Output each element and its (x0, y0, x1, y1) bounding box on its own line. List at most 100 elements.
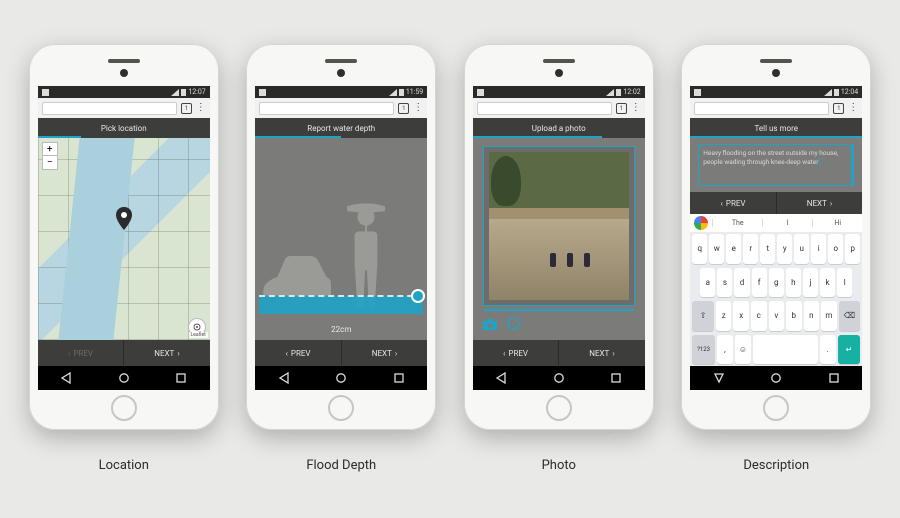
key-enter[interactable]: ↵ (838, 335, 861, 365)
recents-icon[interactable] (175, 369, 187, 388)
depth-scene: 22cm (255, 138, 427, 340)
key-period[interactable]: . (820, 335, 836, 365)
key-v[interactable]: v (769, 301, 785, 331)
android-status-bar: 12:07 (38, 86, 210, 98)
key-backspace[interactable]: ⌫ (839, 301, 861, 331)
location-pin-icon[interactable] (115, 207, 133, 231)
key-y[interactable]: y (777, 234, 792, 264)
back-icon[interactable] (713, 369, 725, 388)
slider-handle-icon[interactable] (411, 289, 425, 303)
key-a[interactable]: a (700, 268, 715, 298)
take-photo-button[interactable] (483, 315, 497, 334)
back-icon[interactable] (495, 369, 507, 388)
tab-count[interactable]: 1 (181, 103, 192, 114)
key-k[interactable]: k (820, 268, 835, 298)
prev-button: ‹PREV (38, 340, 125, 366)
tab-count[interactable]: 1 (398, 103, 409, 114)
home-icon[interactable] (335, 369, 347, 388)
home-icon[interactable] (770, 369, 782, 388)
url-bar[interactable] (694, 102, 829, 115)
prev-button[interactable]: ‹PREV (690, 192, 777, 214)
prev-button[interactable]: ‹PREV (255, 340, 342, 366)
next-button[interactable]: NEXT› (559, 340, 645, 366)
app-indicator-icon (259, 89, 266, 96)
phone-description: 12:04 1 ⋮ Tell us more Heavy flooding on… (681, 44, 871, 430)
key-j[interactable]: j (803, 268, 818, 298)
next-button[interactable]: NEXT› (777, 192, 863, 214)
zoom-in-button[interactable]: + (43, 143, 57, 156)
next-button[interactable]: NEXT› (124, 340, 210, 366)
url-bar[interactable] (42, 102, 177, 115)
browser-toolbar: 1 ⋮ (38, 98, 210, 118)
key-n[interactable]: n (804, 301, 820, 331)
key-u[interactable]: u (794, 234, 809, 264)
photo-preview[interactable] (483, 146, 635, 306)
clock: 12:04 (841, 88, 858, 96)
key-h[interactable]: h (786, 268, 801, 298)
map-canvas[interactable]: + − Leaflet (38, 138, 210, 340)
key-shift[interactable]: ⇧ (692, 301, 714, 331)
caption-depth: Flood Depth (306, 458, 376, 473)
water-level-slider[interactable] (259, 296, 423, 314)
key-w[interactable]: w (709, 234, 724, 264)
step-header: Tell us more (690, 118, 862, 138)
tab-count[interactable]: 1 (616, 103, 627, 114)
clock: 11:59 (406, 88, 423, 96)
prev-button[interactable]: ‹PREV (473, 340, 560, 366)
zoom-control[interactable]: + − (42, 142, 58, 170)
key-comma[interactable]: , (717, 335, 733, 365)
recents-icon[interactable] (828, 369, 840, 388)
app-indicator-icon (42, 89, 49, 96)
key-emoji[interactable]: ☺ (735, 335, 751, 365)
key-t[interactable]: t (760, 234, 775, 264)
rotate-photo-button[interactable] (507, 315, 520, 334)
browser-menu-icon[interactable]: ⋮ (196, 103, 206, 113)
key-s[interactable]: s (717, 268, 732, 298)
signal-icon (389, 89, 397, 96)
next-button[interactable]: NEXT› (342, 340, 428, 366)
google-icon[interactable] (694, 216, 708, 230)
tab-count[interactable]: 1 (833, 103, 844, 114)
key-i[interactable]: i (811, 234, 826, 264)
suggestion[interactable]: Hi (812, 219, 862, 227)
step-header: Report water depth (255, 118, 427, 138)
key-m[interactable]: m (821, 301, 837, 331)
key-b[interactable]: b (786, 301, 802, 331)
caption-location: Location (99, 458, 149, 473)
recents-icon[interactable] (610, 369, 622, 388)
key-g[interactable]: g (769, 268, 784, 298)
browser-menu-icon[interactable]: ⋮ (413, 103, 423, 113)
signal-icon (171, 89, 179, 96)
key-q[interactable]: q (692, 234, 707, 264)
key-p[interactable]: p (845, 234, 860, 264)
key-space[interactable] (753, 335, 817, 365)
description-textarea[interactable]: Heavy flooding on the street outside my … (698, 144, 854, 186)
browser-menu-icon[interactable]: ⋮ (631, 103, 641, 113)
back-icon[interactable] (60, 369, 72, 388)
key-f[interactable]: f (752, 268, 767, 298)
url-bar[interactable] (477, 102, 612, 115)
phone-camera (120, 69, 128, 77)
back-icon[interactable] (278, 369, 290, 388)
signal-icon (824, 89, 832, 96)
browser-menu-icon[interactable]: ⋮ (848, 103, 858, 113)
recents-icon[interactable] (393, 369, 405, 388)
phone-location: 12:07 1 ⋮ Pick location + − (29, 44, 219, 430)
key-symbols[interactable]: ?123 (692, 335, 715, 365)
key-x[interactable]: x (733, 301, 749, 331)
key-r[interactable]: r (743, 234, 758, 264)
caption-photo: Photo (542, 458, 576, 473)
clock: 12:07 (188, 88, 205, 96)
url-bar[interactable] (259, 102, 394, 115)
key-l[interactable]: l (837, 268, 852, 298)
suggestion[interactable]: I (762, 219, 812, 227)
suggestion[interactable]: The (712, 219, 762, 227)
key-e[interactable]: e (726, 234, 741, 264)
key-o[interactable]: o (828, 234, 843, 264)
home-icon[interactable] (553, 369, 565, 388)
key-c[interactable]: c (751, 301, 767, 331)
zoom-out-button[interactable]: − (43, 156, 57, 169)
key-z[interactable]: z (716, 301, 732, 331)
home-icon[interactable] (118, 369, 130, 388)
key-d[interactable]: d (734, 268, 749, 298)
